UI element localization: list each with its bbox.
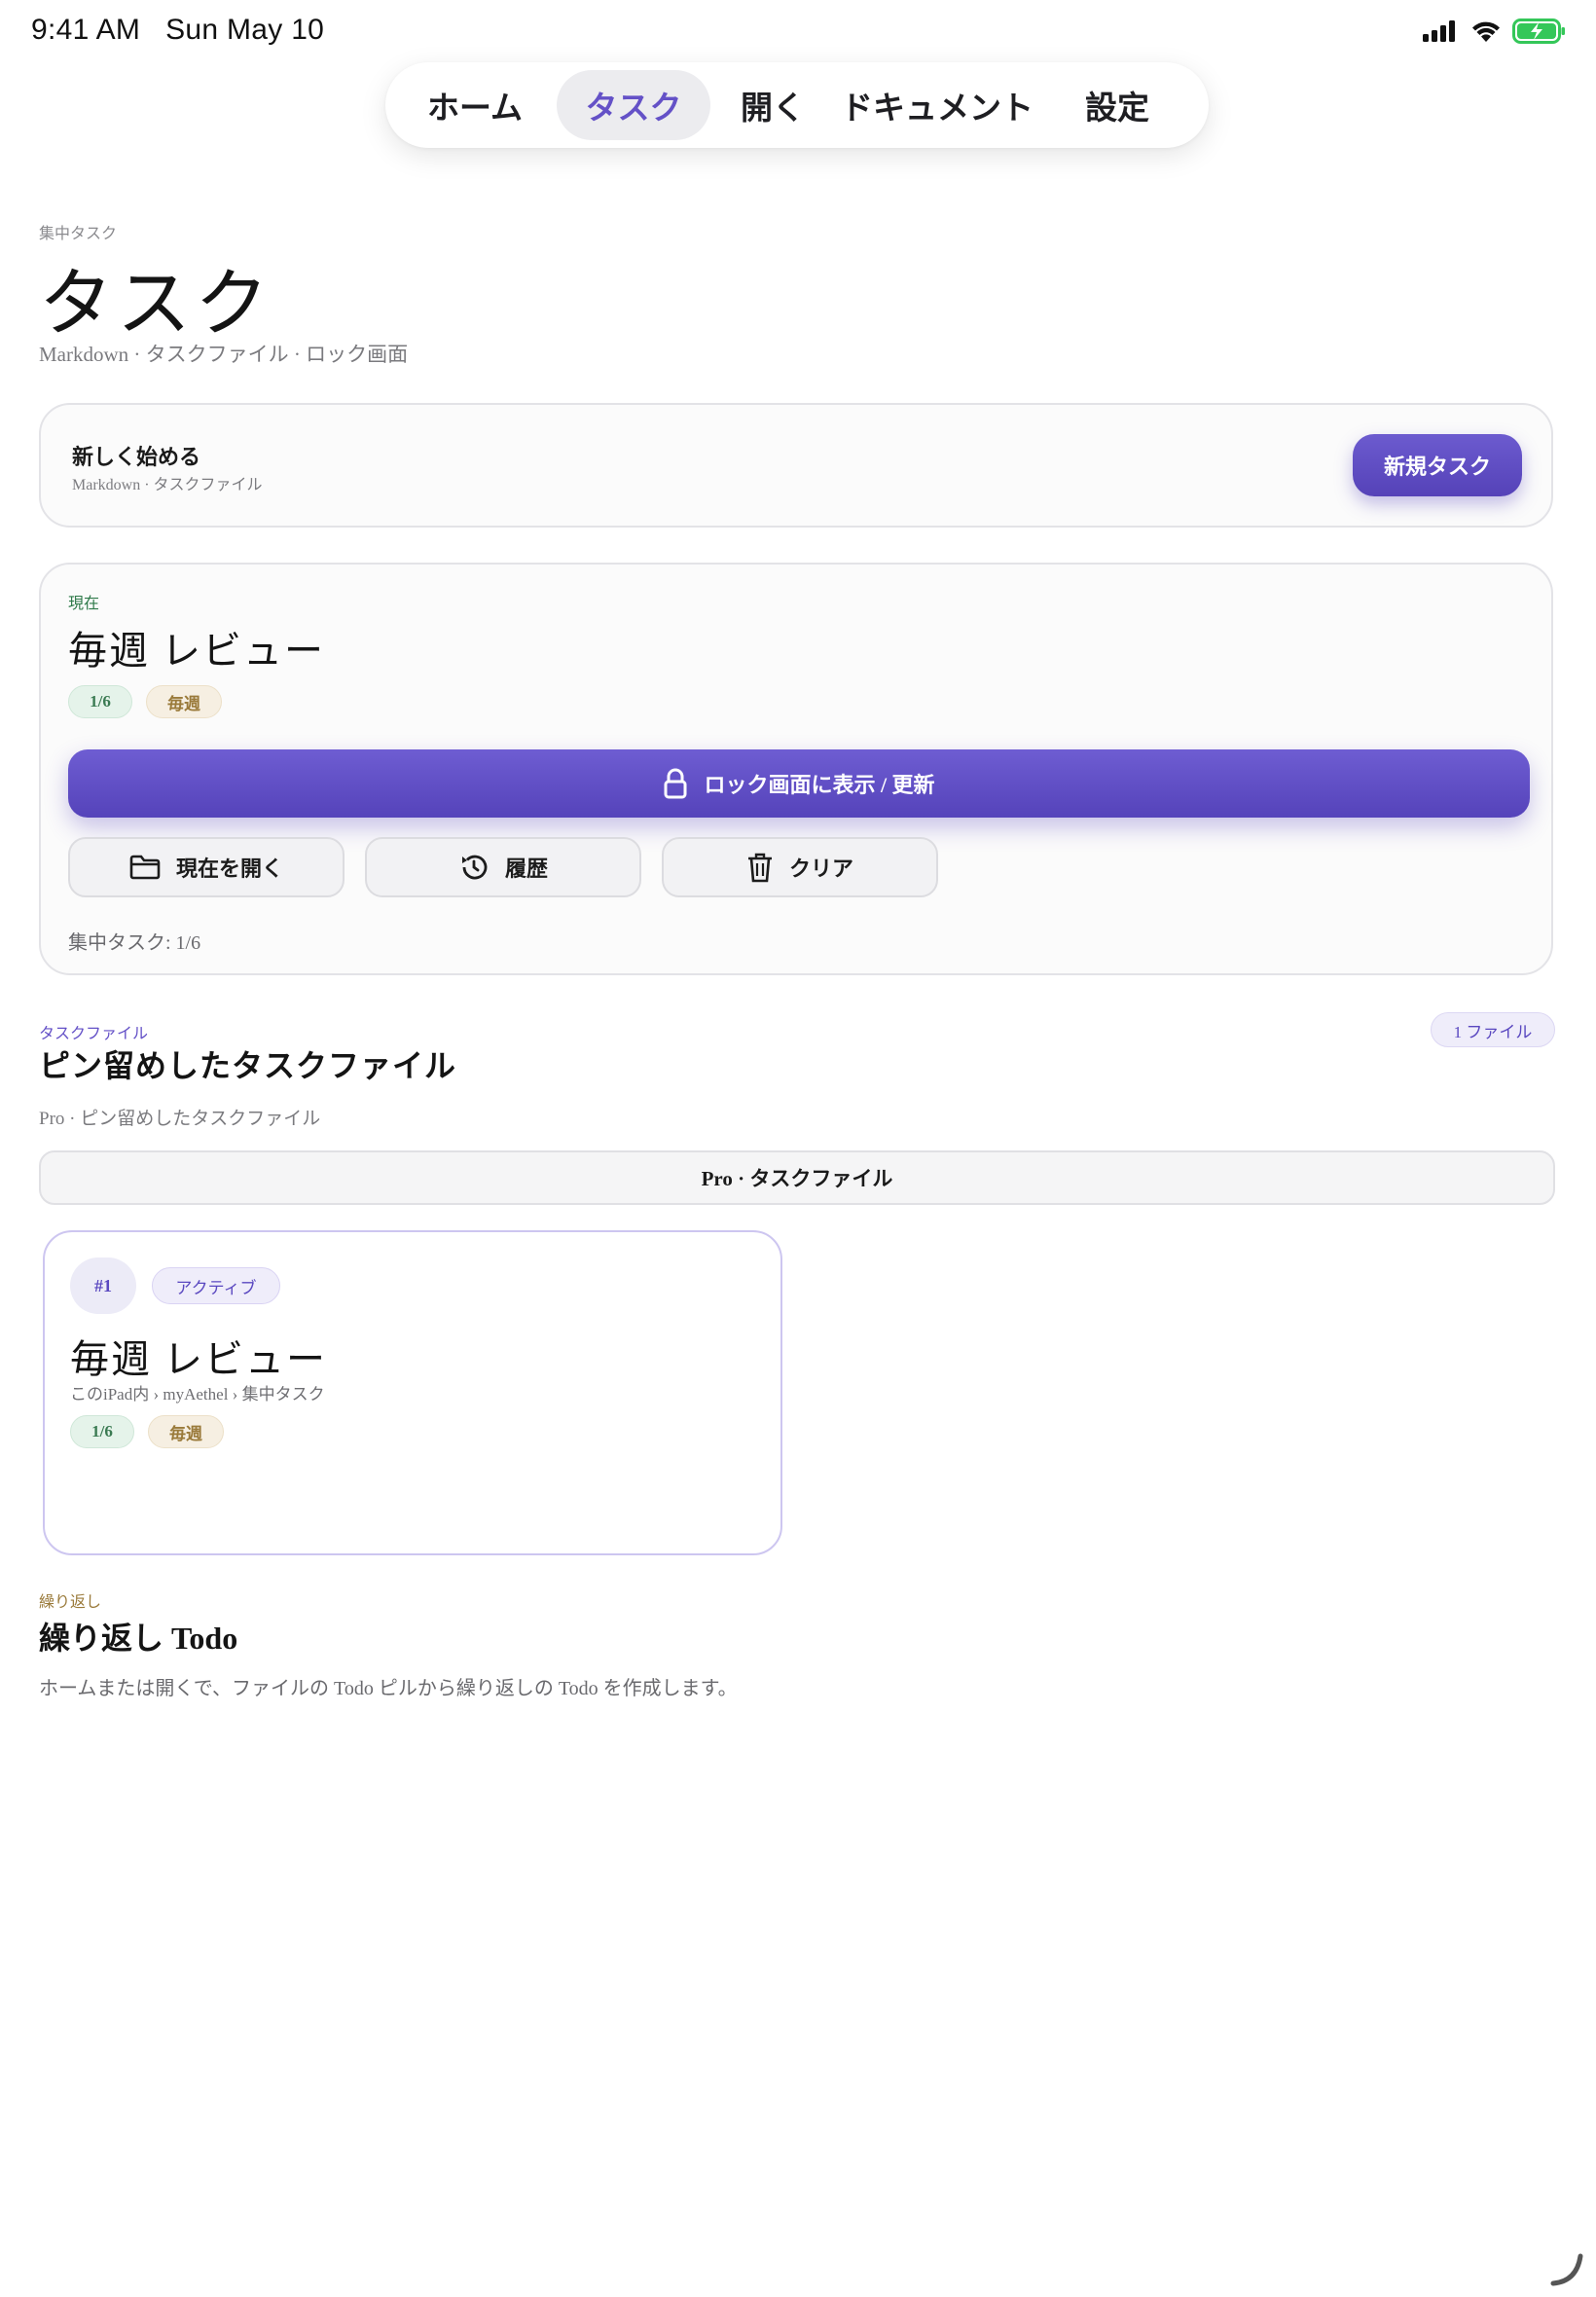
start-new-subtitle: Markdown · タスクファイル bbox=[72, 477, 263, 493]
trash-icon bbox=[747, 853, 772, 883]
recurring-eyebrow: 繰り返し bbox=[39, 1594, 102, 1611]
recurrence-pill: 毎週 bbox=[146, 685, 222, 718]
new-task-button[interactable]: 新規タスク bbox=[1353, 434, 1522, 496]
open-current-label: 現在を開く bbox=[175, 857, 283, 881]
page-title: タスク bbox=[39, 264, 272, 346]
progress-pill: 1/6 bbox=[68, 685, 132, 718]
current-task-card: 現在 毎週 レビュー 1/6 毎週 ロック画面に表示 / 更新 現在を開く 履歴 bbox=[39, 563, 1553, 975]
start-new-title: 新しく始める bbox=[72, 445, 201, 469]
current-task-title: 毎週 レビュー bbox=[68, 629, 325, 673]
file-count-badge: 1 ファイル bbox=[1431, 1012, 1555, 1047]
history-button[interactable]: 履歴 bbox=[365, 837, 641, 897]
current-eyebrow: 現在 bbox=[68, 596, 100, 612]
tab-tasks[interactable]: タスク bbox=[557, 70, 710, 140]
task-file-card[interactable]: #1 アクティブ 毎週 レビュー このiPad内 › myAethel › 集中… bbox=[43, 1230, 782, 1555]
tab-documents[interactable]: ドキュメント bbox=[835, 70, 1039, 140]
recurring-todo-title: 繰り返し Todo bbox=[39, 1621, 238, 1656]
status-icons bbox=[1421, 18, 1567, 45]
pinned-files-subtitle: Pro · ピン留めしたタスクファイル bbox=[39, 1109, 321, 1129]
file-progress-pill: 1/6 bbox=[70, 1415, 134, 1448]
file-recurrence-pill: 毎週 bbox=[148, 1415, 224, 1448]
battery-charging-icon bbox=[1512, 18, 1565, 44]
active-status-badge: アクティブ bbox=[152, 1267, 280, 1304]
tab-open[interactable]: 開く bbox=[710, 70, 835, 140]
pro-task-files-button[interactable]: Pro · タスクファイル bbox=[39, 1150, 1555, 1205]
clear-button[interactable]: クリア bbox=[662, 837, 938, 897]
start-new-card: 新しく始める Markdown · タスクファイル 新規タスク bbox=[39, 403, 1553, 528]
pinned-files-title: ピン留めしたタスクファイル bbox=[39, 1048, 457, 1083]
resize-handle-icon[interactable] bbox=[1547, 2250, 1586, 2289]
lock-icon bbox=[664, 768, 687, 799]
page-eyebrow: 集中タスク bbox=[39, 226, 118, 242]
file-card-title: 毎週 レビュー bbox=[70, 1337, 327, 1381]
clear-label: クリア bbox=[788, 857, 853, 881]
folder-icon bbox=[129, 855, 161, 880]
recurring-todo-description: ホームまたは開くで、ファイルの Todo ピルから繰り返しの Todo を作成し… bbox=[39, 1678, 738, 1699]
page-subtitle: Markdown · タスクファイル · ロック画面 bbox=[39, 343, 409, 366]
status-date: Sun May 10 bbox=[165, 14, 325, 46]
open-current-button[interactable]: 現在を開く bbox=[68, 837, 345, 897]
file-number-badge: #1 bbox=[70, 1258, 136, 1314]
status-clock: 9:41 AM bbox=[31, 14, 141, 46]
cellular-signal-icon bbox=[1423, 20, 1455, 42]
wifi-icon bbox=[1472, 21, 1500, 42]
tab-settings[interactable]: 設定 bbox=[1039, 70, 1195, 140]
history-label: 履歴 bbox=[504, 857, 548, 881]
top-tab-bar: ホーム タスク 開く ドキュメント 設定 bbox=[385, 62, 1209, 148]
show-on-lock-screen-button[interactable]: ロック画面に表示 / 更新 bbox=[68, 749, 1530, 818]
task-files-eyebrow: タスクファイル bbox=[39, 1026, 149, 1042]
status-time: 9:41 AM Sun May 10 bbox=[31, 14, 324, 47]
history-icon bbox=[461, 855, 488, 880]
focus-task-summary: 集中タスク: 1/6 bbox=[68, 932, 201, 954]
tab-home[interactable]: ホーム bbox=[393, 70, 557, 140]
lock-button-label: ロック画面に表示 / 更新 bbox=[704, 773, 935, 797]
file-card-path: このiPad内 › myAethel › 集中タスク bbox=[70, 1385, 325, 1404]
